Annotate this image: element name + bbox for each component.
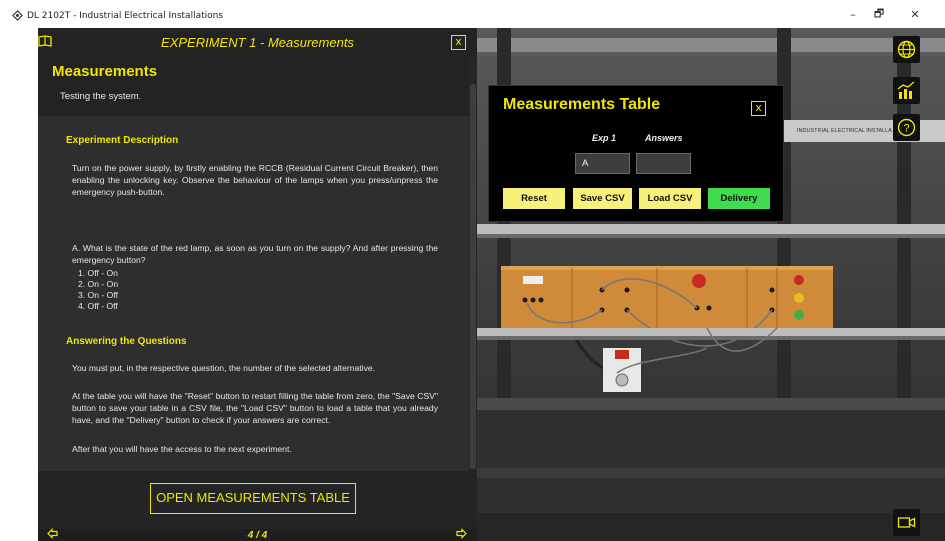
- save-csv-button[interactable]: Save CSV: [573, 188, 632, 209]
- maximize-button[interactable]: 🗗: [869, 6, 889, 22]
- window-titlebar: DL 2102T - Industrial Electrical Install…: [0, 0, 945, 28]
- next-page-icon[interactable]: [455, 527, 468, 540]
- camera-button[interactable]: [893, 509, 920, 536]
- svg-text:?: ?: [903, 123, 909, 135]
- panel-close-button[interactable]: x: [451, 35, 466, 50]
- camera-icon: [897, 517, 916, 528]
- open-measurements-table-button[interactable]: OPEN MEASUREMENTS TABLE: [150, 483, 356, 514]
- question-option: 3. On - Off: [78, 290, 118, 300]
- delivery-button[interactable]: Delivery: [708, 188, 770, 209]
- globe-icon: [897, 40, 916, 59]
- close-window-button[interactable]: ✕: [905, 6, 925, 22]
- page-indicator: 4 / 4: [247, 530, 268, 541]
- section-subtitle: Testing the system.: [60, 91, 142, 102]
- scrollbar-thumb[interactable]: [470, 84, 476, 469]
- board-label: INDUSTRIAL ELECTRICAL INSTALLA: [797, 128, 892, 134]
- experiment-description-heading: Experiment Description: [66, 135, 179, 146]
- load-csv-button[interactable]: Load CSV: [639, 188, 701, 209]
- measurements-table-title: Measurements Table: [503, 96, 661, 113]
- measurements-chart-button[interactable]: [893, 77, 920, 104]
- measurements-table-dialog: Measurements Table x Exp 1 Answers A Res…: [488, 85, 784, 222]
- answering-text-3: After that you will have the access to t…: [72, 444, 292, 454]
- help-button[interactable]: ?: [893, 114, 920, 141]
- column-header-exp1: Exp 1: [592, 133, 617, 143]
- answering-text-1: You must put, in the respective question…: [72, 363, 376, 373]
- answering-heading: Answering the Questions: [66, 336, 187, 347]
- language-button[interactable]: [893, 36, 920, 63]
- chart-icon: [897, 81, 915, 99]
- exp1-value-cell[interactable]: A: [575, 153, 630, 174]
- window-title: DL 2102T - Industrial Electrical Install…: [27, 11, 224, 21]
- column-header-answers: Answers: [645, 133, 683, 143]
- question-option: 2. On - On: [78, 279, 119, 289]
- app-logo-icon: [12, 10, 23, 21]
- section-title: Measurements: [52, 63, 158, 80]
- experiment-title: EXPERIMENT 1 - Measurements: [161, 35, 354, 50]
- answers-value-cell[interactable]: [636, 153, 691, 174]
- question-text: A. What is the state of the red lamp, as…: [72, 243, 438, 266]
- experiment-panel: EXPERIMENT 1 - Measurements x Measuremen…: [38, 28, 477, 541]
- minimize-button[interactable]: –: [843, 6, 863, 22]
- answering-text-2: At the table you will have the "Reset" b…: [72, 391, 438, 426]
- question-option: 1. Off - On: [78, 268, 118, 278]
- measurements-table-close-button[interactable]: x: [751, 101, 766, 116]
- help-icon: ?: [897, 118, 916, 137]
- question-option: 4. Off - Off: [78, 301, 118, 311]
- experiment-description-text: Turn on the power supply, by firstly ena…: [72, 163, 438, 198]
- reset-button[interactable]: Reset: [503, 188, 565, 209]
